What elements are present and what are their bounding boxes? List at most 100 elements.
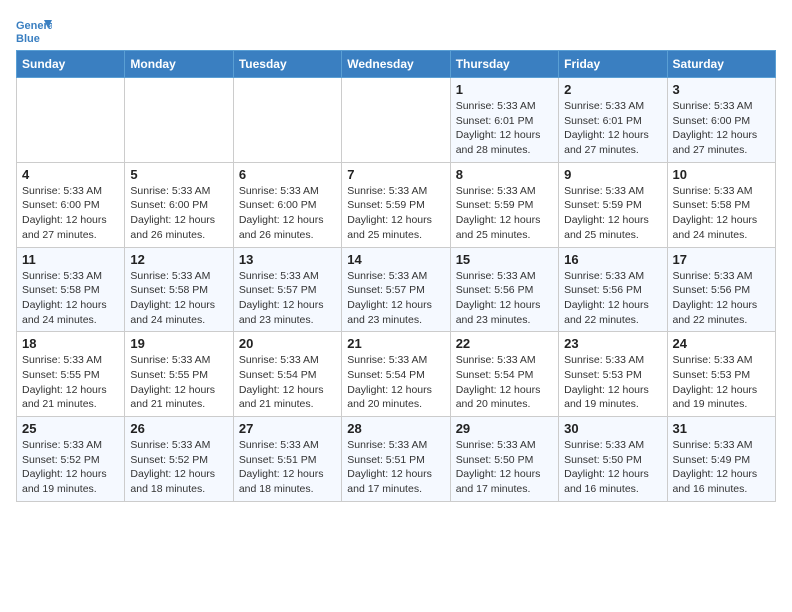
day-info: Sunrise: 5:33 AM Sunset: 6:01 PM Dayligh… bbox=[456, 99, 553, 158]
calendar-week-row: 11 Sunrise: 5:33 AM Sunset: 5:58 PM Dayli… bbox=[17, 247, 776, 332]
day-info: Sunrise: 5:33 AM Sunset: 5:53 PM Dayligh… bbox=[673, 353, 770, 412]
day-number: 13 bbox=[239, 252, 336, 267]
day-number: 22 bbox=[456, 336, 553, 351]
calendar-week-row: 1 Sunrise: 5:33 AM Sunset: 6:01 PM Daylig… bbox=[17, 78, 776, 163]
weekday-header: Tuesday bbox=[233, 51, 341, 78]
day-number: 9 bbox=[564, 167, 661, 182]
weekday-header: Friday bbox=[559, 51, 667, 78]
svg-text:Blue: Blue bbox=[16, 33, 40, 45]
day-info: Sunrise: 5:33 AM Sunset: 6:00 PM Dayligh… bbox=[239, 184, 336, 243]
day-number: 10 bbox=[673, 167, 770, 182]
day-info: Sunrise: 5:33 AM Sunset: 5:56 PM Dayligh… bbox=[564, 269, 661, 328]
day-number: 6 bbox=[239, 167, 336, 182]
calendar-cell bbox=[233, 78, 341, 163]
day-number: 19 bbox=[130, 336, 227, 351]
calendar-cell: 14 Sunrise: 5:33 AM Sunset: 5:57 PM Dayli… bbox=[342, 247, 450, 332]
day-number: 21 bbox=[347, 336, 444, 351]
calendar-cell: 8 Sunrise: 5:33 AM Sunset: 5:59 PM Daylig… bbox=[450, 162, 558, 247]
weekday-header: Monday bbox=[125, 51, 233, 78]
day-number: 30 bbox=[564, 421, 661, 436]
calendar-cell: 26Sunrise: 5:33 AM Sunset: 5:52 PM Dayli… bbox=[125, 417, 233, 502]
day-number: 15 bbox=[456, 252, 553, 267]
day-number: 23 bbox=[564, 336, 661, 351]
day-number: 11 bbox=[22, 252, 119, 267]
calendar-cell: 30 Sunrise: 5:33 AM Sunset: 5:50 PM Dayli… bbox=[559, 417, 667, 502]
day-info: Sunrise: 5:33 AM Sunset: 6:00 PM Dayligh… bbox=[130, 184, 227, 243]
day-info: Sunrise: 5:33 AM Sunset: 5:59 PM Dayligh… bbox=[456, 184, 553, 243]
day-info: Sunrise: 5:33 AM Sunset: 5:58 PM Dayligh… bbox=[673, 184, 770, 243]
calendar-table: SundayMondayTuesdayWednesdayThursdayFrid… bbox=[16, 50, 776, 502]
day-info: Sunrise: 5:33 AM Sunset: 5:53 PM Dayligh… bbox=[564, 353, 661, 412]
day-info: Sunrise: 5:33 AM Sunset: 5:56 PM Dayligh… bbox=[456, 269, 553, 328]
calendar-cell: 1 Sunrise: 5:33 AM Sunset: 6:01 PM Daylig… bbox=[450, 78, 558, 163]
calendar-week-row: 18 Sunrise: 5:33 AM Sunset: 5:55 PM Dayli… bbox=[17, 332, 776, 417]
weekday-header: Saturday bbox=[667, 51, 775, 78]
day-number: 29 bbox=[456, 421, 553, 436]
day-info: Sunrise: 5:33 AM Sunset: 5:54 PM Dayligh… bbox=[347, 353, 444, 412]
calendar-cell: 6 Sunrise: 5:33 AM Sunset: 6:00 PM Daylig… bbox=[233, 162, 341, 247]
calendar-cell bbox=[125, 78, 233, 163]
calendar-cell: 17Sunrise: 5:33 AM Sunset: 5:56 PM Dayli… bbox=[667, 247, 775, 332]
day-info: Sunrise: 5:33 AM Sunset: 5:59 PM Dayligh… bbox=[564, 184, 661, 243]
calendar-cell: 28Sunrise: 5:33 AM Sunset: 5:51 PM Dayli… bbox=[342, 417, 450, 502]
calendar-cell: 24 Sunrise: 5:33 AM Sunset: 5:53 PM Dayli… bbox=[667, 332, 775, 417]
day-info: Sunrise: 5:33 AM Sunset: 5:56 PM Dayligh… bbox=[673, 269, 770, 328]
calendar-cell: 5 Sunrise: 5:33 AM Sunset: 6:00 PM Daylig… bbox=[125, 162, 233, 247]
day-info: Sunrise: 5:33 AM Sunset: 5:54 PM Dayligh… bbox=[456, 353, 553, 412]
calendar-cell bbox=[17, 78, 125, 163]
calendar-cell: 9 Sunrise: 5:33 AM Sunset: 5:59 PM Daylig… bbox=[559, 162, 667, 247]
calendar-cell: 20Sunrise: 5:33 AM Sunset: 5:54 PM Dayli… bbox=[233, 332, 341, 417]
day-info: Sunrise: 5:33 AM Sunset: 5:57 PM Dayligh… bbox=[347, 269, 444, 328]
day-info: Sunrise: 5:33 AM Sunset: 5:51 PM Dayligh… bbox=[347, 438, 444, 497]
calendar-cell: 2 Sunrise: 5:33 AM Sunset: 6:01 PM Daylig… bbox=[559, 78, 667, 163]
day-number: 3 bbox=[673, 82, 770, 97]
day-info: Sunrise: 5:33 AM Sunset: 5:58 PM Dayligh… bbox=[130, 269, 227, 328]
day-number: 4 bbox=[22, 167, 119, 182]
calendar-body: 1 Sunrise: 5:33 AM Sunset: 6:01 PM Daylig… bbox=[17, 78, 776, 502]
day-info: Sunrise: 5:33 AM Sunset: 5:49 PM Dayligh… bbox=[673, 438, 770, 497]
day-number: 18 bbox=[22, 336, 119, 351]
calendar-cell: 18Sunrise: 5:33 AM Sunset: 5:55 PM Dayli… bbox=[17, 332, 125, 417]
day-info: Sunrise: 5:33 AM Sunset: 5:52 PM Dayligh… bbox=[22, 438, 119, 497]
day-number: 14 bbox=[347, 252, 444, 267]
day-number: 5 bbox=[130, 167, 227, 182]
calendar-week-row: 4 Sunrise: 5:33 AM Sunset: 6:00 PM Daylig… bbox=[17, 162, 776, 247]
calendar-cell bbox=[342, 78, 450, 163]
calendar-cell: 10 Sunrise: 5:33 AM Sunset: 5:58 PM Dayli… bbox=[667, 162, 775, 247]
calendar-cell: 7 Sunrise: 5:33 AM Sunset: 5:59 PM Daylig… bbox=[342, 162, 450, 247]
day-number: 8 bbox=[456, 167, 553, 182]
day-info: Sunrise: 5:33 AM Sunset: 6:00 PM Dayligh… bbox=[22, 184, 119, 243]
day-info: Sunrise: 5:33 AM Sunset: 5:55 PM Dayligh… bbox=[130, 353, 227, 412]
calendar-cell: 4 Sunrise: 5:33 AM Sunset: 6:00 PM Daylig… bbox=[17, 162, 125, 247]
day-number: 26 bbox=[130, 421, 227, 436]
day-number: 20 bbox=[239, 336, 336, 351]
day-number: 2 bbox=[564, 82, 661, 97]
calendar-cell: 16Sunrise: 5:33 AM Sunset: 5:56 PM Dayli… bbox=[559, 247, 667, 332]
day-number: 7 bbox=[347, 167, 444, 182]
calendar-cell: 27 Sunrise: 5:33 AM Sunset: 5:51 PM Dayli… bbox=[233, 417, 341, 502]
day-info: Sunrise: 5:33 AM Sunset: 6:00 PM Dayligh… bbox=[673, 99, 770, 158]
calendar-cell: 3 Sunrise: 5:33 AM Sunset: 6:00 PM Daylig… bbox=[667, 78, 775, 163]
day-number: 25 bbox=[22, 421, 119, 436]
day-number: 31 bbox=[673, 421, 770, 436]
calendar-cell: 11Sunrise: 5:33 AM Sunset: 5:58 PM Dayli… bbox=[17, 247, 125, 332]
day-info: Sunrise: 5:33 AM Sunset: 5:50 PM Dayligh… bbox=[564, 438, 661, 497]
calendar-week-row: 25 Sunrise: 5:33 AM Sunset: 5:52 PM Dayli… bbox=[17, 417, 776, 502]
day-info: Sunrise: 5:33 AM Sunset: 5:50 PM Dayligh… bbox=[456, 438, 553, 497]
calendar-cell: 13Sunrise: 5:33 AM Sunset: 5:57 PM Dayli… bbox=[233, 247, 341, 332]
day-number: 1 bbox=[456, 82, 553, 97]
calendar-header-row: SundayMondayTuesdayWednesdayThursdayFrid… bbox=[17, 51, 776, 78]
page-header: General Blue bbox=[16, 16, 776, 46]
logo-icon: General Blue bbox=[16, 16, 52, 46]
day-info: Sunrise: 5:33 AM Sunset: 5:51 PM Dayligh… bbox=[239, 438, 336, 497]
day-info: Sunrise: 5:33 AM Sunset: 5:59 PM Dayligh… bbox=[347, 184, 444, 243]
calendar-cell: 31 Sunrise: 5:33 AM Sunset: 5:49 PM Dayli… bbox=[667, 417, 775, 502]
weekday-header: Sunday bbox=[17, 51, 125, 78]
day-info: Sunrise: 5:33 AM Sunset: 6:01 PM Dayligh… bbox=[564, 99, 661, 158]
calendar-cell: 15 Sunrise: 5:33 AM Sunset: 5:56 PM Dayli… bbox=[450, 247, 558, 332]
day-number: 27 bbox=[239, 421, 336, 436]
calendar-cell: 12Sunrise: 5:33 AM Sunset: 5:58 PM Dayli… bbox=[125, 247, 233, 332]
calendar-cell: 23 Sunrise: 5:33 AM Sunset: 5:53 PM Dayli… bbox=[559, 332, 667, 417]
day-number: 24 bbox=[673, 336, 770, 351]
calendar-cell: 22 Sunrise: 5:33 AM Sunset: 5:54 PM Dayli… bbox=[450, 332, 558, 417]
